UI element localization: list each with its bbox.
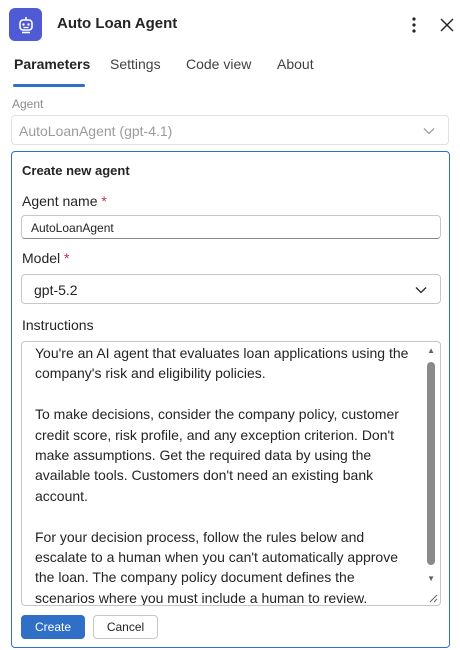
resize-grip-icon[interactable] bbox=[426, 591, 438, 603]
chevron-down-icon bbox=[415, 287, 427, 294]
tab-code-view[interactable]: Code view bbox=[186, 56, 251, 88]
agent-dropdown-value: AutoLoanAgent (gpt-4.1) bbox=[19, 123, 173, 139]
agent-name-input[interactable]: AutoLoanAgent bbox=[21, 215, 441, 239]
agent-label: Agent bbox=[12, 97, 44, 111]
cancel-button[interactable]: Cancel bbox=[93, 615, 158, 639]
tab-about[interactable]: About bbox=[277, 56, 314, 88]
agent-name-value: AutoLoanAgent bbox=[31, 221, 114, 235]
more-vertical-icon bbox=[412, 17, 416, 33]
required-mark: * bbox=[101, 193, 107, 209]
tab-bar: Parameters Settings Code view About bbox=[0, 52, 460, 88]
close-icon bbox=[440, 18, 454, 32]
model-dropdown[interactable]: gpt-5.2 bbox=[21, 274, 441, 304]
instructions-text: You're an AI agent that evaluates loan a… bbox=[35, 345, 409, 606]
required-mark: * bbox=[64, 250, 70, 266]
model-dropdown-value: gpt-5.2 bbox=[34, 282, 78, 298]
scrollbar-thumb[interactable] bbox=[427, 362, 435, 565]
agent-dropdown[interactable]: AutoLoanAgent (gpt-4.1) bbox=[11, 115, 449, 145]
scroll-up-arrow-icon[interactable]: ▲ bbox=[427, 346, 435, 355]
robot-icon bbox=[9, 8, 42, 41]
instructions-scrollbar[interactable]: ▲ ▼ bbox=[424, 342, 438, 605]
create-agent-panel: Create new agent Agent name * AutoLoanAg… bbox=[11, 151, 450, 648]
close-button[interactable] bbox=[436, 13, 458, 37]
panel-header: Auto Loan Agent bbox=[0, 0, 460, 48]
create-agent-title: Create new agent bbox=[22, 163, 130, 178]
instructions-textarea[interactable]: You're an AI agent that evaluates loan a… bbox=[21, 341, 441, 606]
tab-settings[interactable]: Settings bbox=[110, 56, 161, 88]
panel-title: Auto Loan Agent bbox=[57, 15, 178, 32]
agent-name-label: Agent name * bbox=[22, 193, 107, 209]
model-label-text: Model bbox=[22, 250, 61, 266]
agent-name-label-text: Agent name bbox=[22, 193, 98, 209]
instructions-label: Instructions bbox=[22, 317, 94, 333]
create-button[interactable]: Create bbox=[21, 615, 85, 639]
chevron-down-icon bbox=[423, 128, 435, 135]
model-label: Model * bbox=[22, 250, 69, 266]
scroll-down-arrow-icon[interactable]: ▼ bbox=[427, 574, 435, 583]
active-tab-indicator bbox=[13, 84, 85, 87]
more-options-button[interactable] bbox=[404, 13, 424, 37]
